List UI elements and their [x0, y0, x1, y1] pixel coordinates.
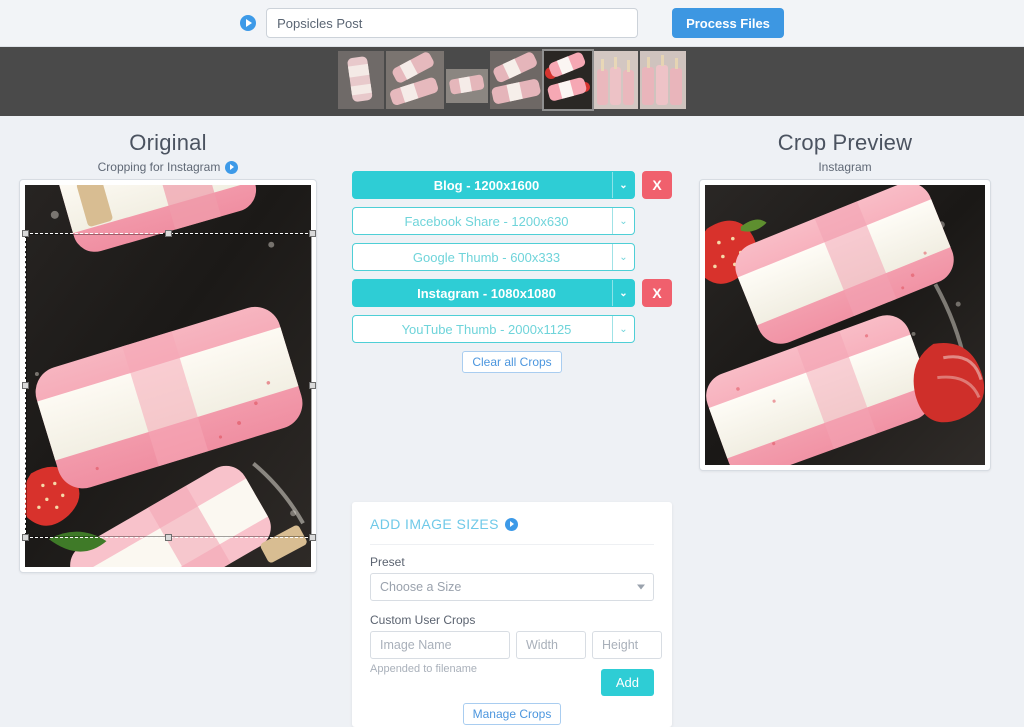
crop-button-blog[interactable]: Blog - 1200x1600 ⌄ — [352, 171, 635, 199]
crop-button-blog-label: Blog - 1200x1600 — [433, 177, 540, 193]
crop-button-youtube-thumb-label: YouTube Thumb - 2000x1125 — [401, 321, 572, 337]
chevron-down-icon[interactable]: ⌄ — [612, 316, 634, 342]
custom-user-crops-label: Custom User Crops — [370, 613, 476, 627]
preset-select-value: Choose a Size — [380, 580, 462, 594]
crop-row-spacer — [642, 243, 672, 271]
width-input[interactable] — [516, 631, 586, 659]
clear-all-crops-container: Clear all Crops — [352, 351, 672, 373]
preview-column-header: Crop Preview Instagram — [699, 116, 991, 174]
thumbnail-image-1 — [338, 51, 384, 109]
chevron-down-icon[interactable]: ⌄ — [612, 172, 634, 198]
play-circle-icon[interactable] — [240, 15, 257, 31]
post-title-input[interactable] — [266, 8, 639, 38]
original-subtitle: Cropping for Instagram — [19, 160, 317, 174]
original-title: Original — [129, 130, 207, 155]
original-column-header: Original Cropping for Instagram — [19, 116, 317, 174]
main-content: Original Cropping for Instagram Blog - 1… — [0, 116, 1024, 727]
play-circle-icon[interactable] — [504, 517, 518, 531]
original-subtitle-text: Cropping for Instagram — [97, 160, 221, 174]
image-name-input[interactable] — [370, 631, 510, 659]
crop-button-youtube-thumb[interactable]: YouTube Thumb - 2000x1125 ⌄ — [352, 315, 635, 343]
crop-button-google-thumb[interactable]: Google Thumb - 600x333 ⌄ — [352, 243, 635, 271]
remove-crop-blog-button[interactable]: X — [642, 171, 672, 199]
crop-row-blog: Blog - 1200x1600 ⌄ X — [352, 171, 672, 199]
original-image-panel[interactable] — [19, 179, 317, 573]
crop-row-facebook: Facebook Share - 1200x630 ⌄ — [352, 207, 672, 235]
add-image-sizes-heading-text: ADD IMAGE SIZES — [370, 516, 499, 532]
thumbnail-strip[interactable] — [0, 47, 1024, 116]
crop-row-spacer — [642, 207, 672, 235]
chevron-down-icon — [637, 584, 645, 590]
crop-preview-image — [705, 185, 985, 465]
add-image-sizes-heading: ADD IMAGE SIZES — [370, 516, 654, 545]
crop-button-instagram-label: Instagram - 1080x1080 — [417, 285, 556, 301]
crop-button-instagram[interactable]: Instagram - 1080x1080 ⌄ — [352, 279, 635, 307]
thumbnail-item-1[interactable] — [338, 51, 384, 109]
height-input[interactable] — [592, 631, 662, 659]
chevron-down-icon[interactable]: ⌄ — [612, 280, 634, 306]
preset-label: Preset — [370, 555, 405, 569]
thumbnail-image-7 — [640, 51, 686, 109]
crop-button-google-thumb-label: Google Thumb - 600x333 — [412, 249, 561, 265]
crop-button-facebook-share-label: Facebook Share - 1200x630 — [404, 213, 569, 229]
chevron-down-icon[interactable]: ⌄ — [612, 208, 634, 234]
thumbnail-item-2[interactable] — [386, 51, 444, 109]
chevron-down-icon[interactable]: ⌄ — [612, 244, 634, 270]
crop-button-facebook-share[interactable]: Facebook Share - 1200x630 ⌄ — [352, 207, 635, 235]
manage-crops-button[interactable]: Manage Crops — [462, 703, 562, 725]
crop-list: Blog - 1200x1600 ⌄ X Facebook Share - 12… — [352, 171, 672, 373]
thumbnail-item-6[interactable] — [594, 51, 638, 109]
crop-row-spacer — [642, 315, 672, 343]
crop-row-youtube-thumb: YouTube Thumb - 2000x1125 ⌄ — [352, 315, 672, 343]
crop-row-google-thumb: Google Thumb - 600x333 ⌄ — [352, 243, 672, 271]
preview-title: Crop Preview — [777, 130, 913, 155]
preview-subtitle: Instagram — [699, 160, 991, 174]
process-files-button[interactable]: Process Files — [672, 8, 784, 38]
thumbnail-image-4 — [490, 51, 542, 109]
toolbar-inner: Process Files — [240, 8, 784, 38]
remove-crop-instagram-button[interactable]: X — [642, 279, 672, 307]
crop-preview-panel[interactable] — [699, 179, 991, 471]
preview-subtitle-text: Instagram — [818, 160, 872, 174]
clear-all-crops-button[interactable]: Clear all Crops — [462, 351, 562, 373]
thumbnail-item-5[interactable] — [542, 49, 594, 111]
add-image-sizes-card: ADD IMAGE SIZES Preset Choose a Size Cus… — [352, 502, 672, 727]
thumbnail-item-3[interactable] — [446, 69, 488, 103]
thumbnail-item-4[interactable] — [490, 51, 542, 109]
crop-row-instagram: Instagram - 1080x1080 ⌄ X — [352, 279, 672, 307]
thumbnail-image-2 — [386, 51, 444, 109]
thumbnail-item-7[interactable] — [640, 51, 686, 109]
play-circle-icon[interactable] — [225, 160, 239, 174]
preset-select[interactable]: Choose a Size — [370, 573, 654, 601]
add-crop-button[interactable]: Add — [600, 669, 654, 696]
thumbnail-image-3 — [446, 69, 488, 103]
original-image — [25, 185, 311, 567]
manage-crops-container: Manage Crops — [370, 703, 654, 725]
top-toolbar: Process Files — [0, 0, 1024, 47]
thumbnail-image-6 — [594, 51, 638, 109]
thumbnail-image-5 — [544, 51, 592, 109]
custom-crop-inputs — [370, 631, 662, 659]
